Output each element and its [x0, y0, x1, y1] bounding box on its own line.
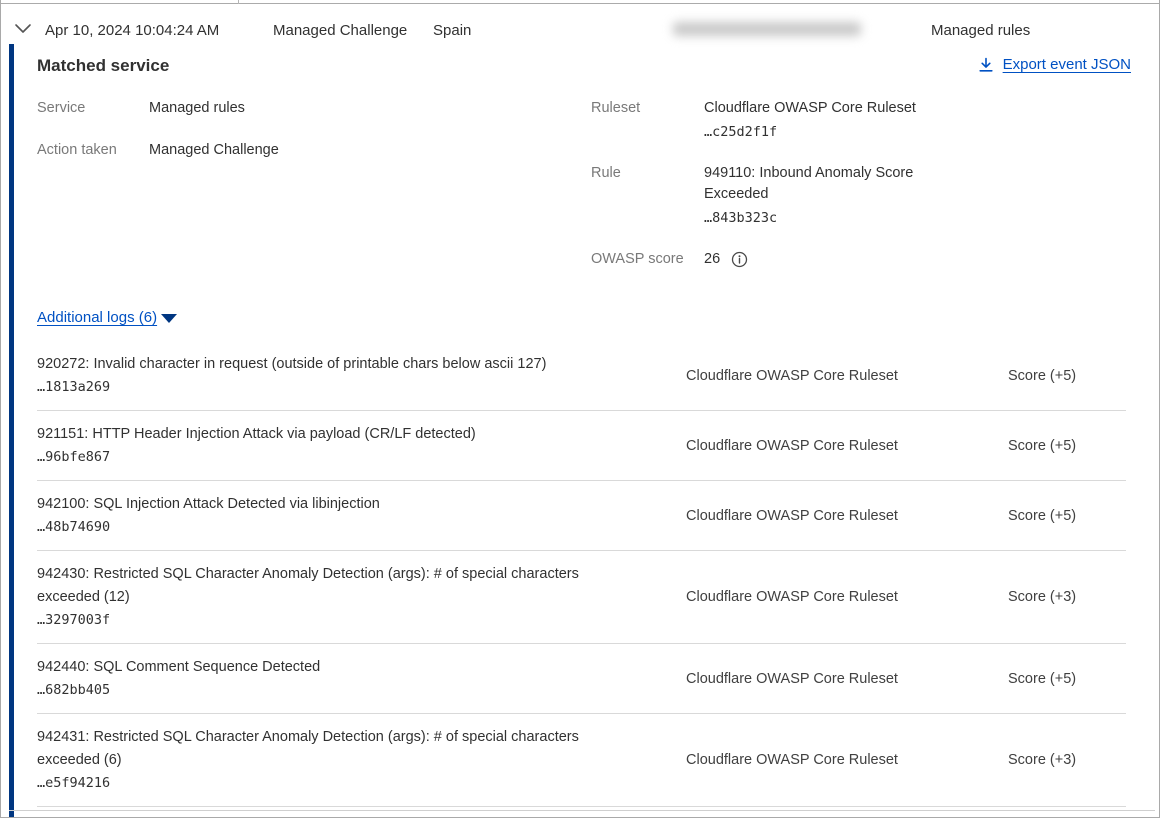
- info-icon[interactable]: [731, 251, 748, 268]
- log-score: Score (+3): [959, 752, 1126, 768]
- ruleset-field: Ruleset Cloudflare OWASP Core Ruleset …c…: [591, 98, 1131, 142]
- log-row: 921151: HTTP Header Injection Attack via…: [37, 411, 1126, 481]
- log-row: 942440: SQL Comment Sequence Detected …6…: [37, 644, 1126, 714]
- log-rule-description: 942431: Restricted SQL Character Anomaly…: [37, 726, 637, 772]
- additional-logs-toggle[interactable]: Additional logs (6): [37, 309, 177, 326]
- log-row: 942430: Restricted SQL Character Anomaly…: [37, 551, 1126, 644]
- additional-logs-table: 920272: Invalid character in request (ou…: [37, 341, 1126, 807]
- export-event-json-label: Export event JSON: [1003, 56, 1131, 73]
- log-rule-id-hash: …96bfe867: [37, 447, 637, 468]
- log-rule-id-hash: …3297003f: [37, 610, 637, 631]
- log-score: Score (+3): [959, 589, 1126, 605]
- log-rule-description: 942100: SQL Injection Attack Detected vi…: [37, 493, 637, 516]
- action-taken-field: Action taken Managed Challenge: [37, 140, 591, 161]
- log-score: Score (+5): [959, 671, 1126, 687]
- expanded-row-accent-bar: [9, 44, 14, 817]
- ruleset-id-hash: …c25d2f1f: [704, 122, 946, 142]
- service-field-value: Managed rules: [149, 98, 245, 119]
- log-rule-id-hash: …1813a269: [37, 377, 637, 398]
- event-service: Managed rules: [931, 22, 1030, 39]
- rule-field: Rule 949110: Inbound Anomaly Score Excee…: [591, 163, 1131, 228]
- service-field: Service Managed rules: [37, 98, 591, 119]
- log-ruleset-name: Cloudflare OWASP Core Ruleset: [637, 368, 959, 384]
- panel-title: Matched service: [37, 56, 169, 76]
- log-rule-description: 942430: Restricted SQL Character Anomaly…: [37, 563, 637, 609]
- log-score: Score (+5): [959, 508, 1126, 524]
- service-field-label: Service: [37, 98, 149, 119]
- log-rule-id-hash: …e5f94216: [37, 773, 637, 794]
- ruleset-field-label: Ruleset: [591, 98, 704, 119]
- log-rule-description: 921151: HTTP Header Injection Attack via…: [37, 423, 637, 446]
- log-score: Score (+5): [959, 368, 1126, 384]
- action-taken-field-value: Managed Challenge: [149, 140, 279, 161]
- redacted-value: [673, 22, 861, 36]
- export-event-json-link[interactable]: Export event JSON: [978, 56, 1131, 73]
- caret-down-icon: [161, 314, 177, 323]
- owasp-score-value: 26: [704, 249, 720, 270]
- log-ruleset-name: Cloudflare OWASP Core Ruleset: [637, 671, 959, 687]
- additional-logs-label: Additional logs (6): [37, 309, 157, 326]
- log-ruleset-name: Cloudflare OWASP Core Ruleset: [637, 589, 959, 605]
- rule-field-value: 949110: Inbound Anomaly Score Exceeded: [704, 163, 946, 205]
- log-rule-description: 942440: SQL Comment Sequence Detected: [37, 656, 637, 679]
- event-action: Managed Challenge: [273, 22, 407, 39]
- chevron-down-icon[interactable]: [14, 23, 32, 35]
- log-score: Score (+5): [959, 438, 1126, 454]
- action-taken-field-label: Action taken: [37, 140, 149, 161]
- log-row: 942100: SQL Injection Attack Detected vi…: [37, 481, 1126, 551]
- log-ruleset-name: Cloudflare OWASP Core Ruleset: [637, 752, 959, 768]
- event-country: Spain: [433, 22, 471, 39]
- log-rule-description: 920272: Invalid character in request (ou…: [37, 353, 637, 376]
- owasp-score-field-label: OWASP score: [591, 249, 704, 270]
- download-icon: [978, 57, 994, 73]
- log-rule-id-hash: …682bb405: [37, 680, 637, 701]
- event-summary-row[interactable]: Apr 10, 2024 10:04:24 AM Managed Challen…: [1, 4, 1159, 46]
- rule-field-label: Rule: [591, 163, 704, 184]
- owasp-score-field: OWASP score 26: [591, 249, 1131, 270]
- log-ruleset-name: Cloudflare OWASP Core Ruleset: [637, 438, 959, 454]
- log-row: 942431: Restricted SQL Character Anomaly…: [37, 714, 1126, 807]
- log-rule-id-hash: …48b74690: [37, 517, 637, 538]
- matched-service-details: Service Managed rules Action taken Manag…: [37, 98, 1131, 291]
- firewall-event-detail: Apr 10, 2024 10:04:24 AM Managed Challen…: [0, 0, 1160, 818]
- rule-id-hash: …843b323c: [704, 208, 946, 228]
- panel-bottom-divider: [9, 810, 1155, 811]
- ruleset-field-value: Cloudflare OWASP Core Ruleset: [704, 98, 946, 119]
- event-timestamp: Apr 10, 2024 10:04:24 AM: [45, 22, 219, 39]
- log-ruleset-name: Cloudflare OWASP Core Ruleset: [637, 508, 959, 524]
- log-row: 920272: Invalid character in request (ou…: [37, 341, 1126, 411]
